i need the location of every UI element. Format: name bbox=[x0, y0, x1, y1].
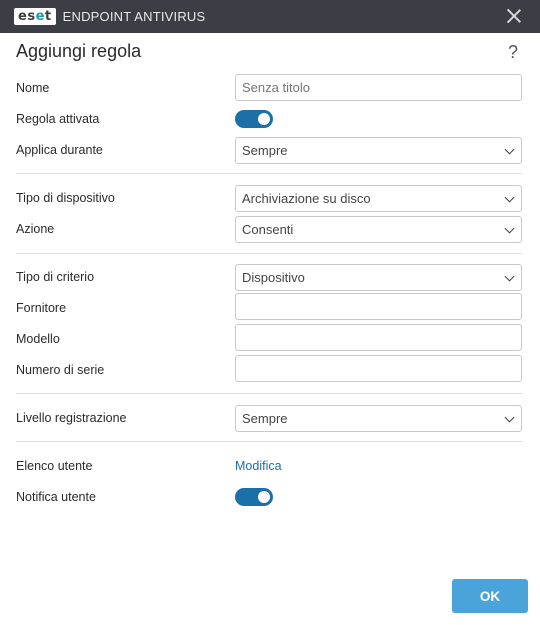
log-level-value: Sempre bbox=[242, 411, 288, 426]
action-label: Azione bbox=[16, 222, 55, 236]
divider bbox=[16, 441, 522, 442]
chevron-down-icon bbox=[504, 144, 515, 155]
divider bbox=[16, 173, 522, 174]
name-input[interactable] bbox=[235, 74, 522, 101]
user-notify-label: Notifica utente bbox=[16, 490, 96, 504]
criteria-type-select[interactable]: Dispositivo bbox=[235, 264, 522, 291]
serial-input[interactable] bbox=[235, 355, 522, 382]
chevron-down-icon bbox=[504, 192, 515, 203]
toggle-knob bbox=[258, 491, 270, 503]
action-select[interactable]: Consenti bbox=[235, 216, 522, 243]
logo-part-t: t bbox=[44, 9, 52, 24]
divider bbox=[16, 253, 522, 254]
vendor-label: Fornitore bbox=[16, 301, 67, 315]
app-name: ENDPOINT ANTIVIRUS bbox=[62, 9, 206, 24]
rule-enabled-label: Regola attivata bbox=[16, 112, 100, 126]
device-type-select[interactable]: Archiviazione su disco bbox=[235, 185, 522, 212]
chevron-down-icon bbox=[504, 412, 515, 423]
action-value: Consenti bbox=[242, 222, 294, 237]
logo-part-es: es bbox=[18, 9, 36, 24]
divider bbox=[16, 393, 522, 394]
criteria-type-value: Dispositivo bbox=[242, 270, 305, 285]
chevron-down-icon bbox=[504, 271, 515, 282]
apply-during-value: Sempre bbox=[242, 143, 288, 158]
device-type-value: Archiviazione su disco bbox=[242, 191, 371, 206]
name-label: Nome bbox=[16, 81, 50, 95]
log-level-label: Livello registrazione bbox=[16, 411, 127, 425]
user-list-edit-link[interactable]: Modifica bbox=[235, 459, 282, 473]
apply-during-select[interactable]: Sempre bbox=[235, 137, 522, 164]
logo-part-e: e bbox=[35, 9, 45, 24]
device-type-label: Tipo di dispositivo bbox=[16, 191, 115, 205]
log-level-select[interactable]: Sempre bbox=[235, 405, 522, 432]
criteria-type-label: Tipo di criterio bbox=[16, 270, 95, 284]
page-title: Aggiungi regola bbox=[16, 41, 142, 61]
close-icon[interactable] bbox=[506, 8, 522, 24]
apply-during-label: Applica durante bbox=[16, 143, 103, 157]
serial-label: Numero di serie bbox=[16, 363, 105, 377]
help-icon[interactable]: ? bbox=[508, 42, 518, 63]
user-list-label: Elenco utente bbox=[16, 459, 93, 473]
model-label: Modello bbox=[16, 332, 60, 346]
rule-enabled-toggle[interactable] bbox=[235, 110, 273, 128]
chevron-down-icon bbox=[504, 223, 515, 234]
model-input[interactable] bbox=[235, 324, 522, 351]
toggle-knob bbox=[258, 113, 270, 125]
ok-button[interactable]: OK bbox=[452, 579, 528, 613]
title-bar: es e t ENDPOINT ANTIVIRUS bbox=[0, 0, 540, 33]
user-notify-toggle[interactable] bbox=[235, 488, 273, 506]
eset-logo: es e t bbox=[14, 8, 56, 25]
vendor-input[interactable] bbox=[235, 293, 522, 320]
